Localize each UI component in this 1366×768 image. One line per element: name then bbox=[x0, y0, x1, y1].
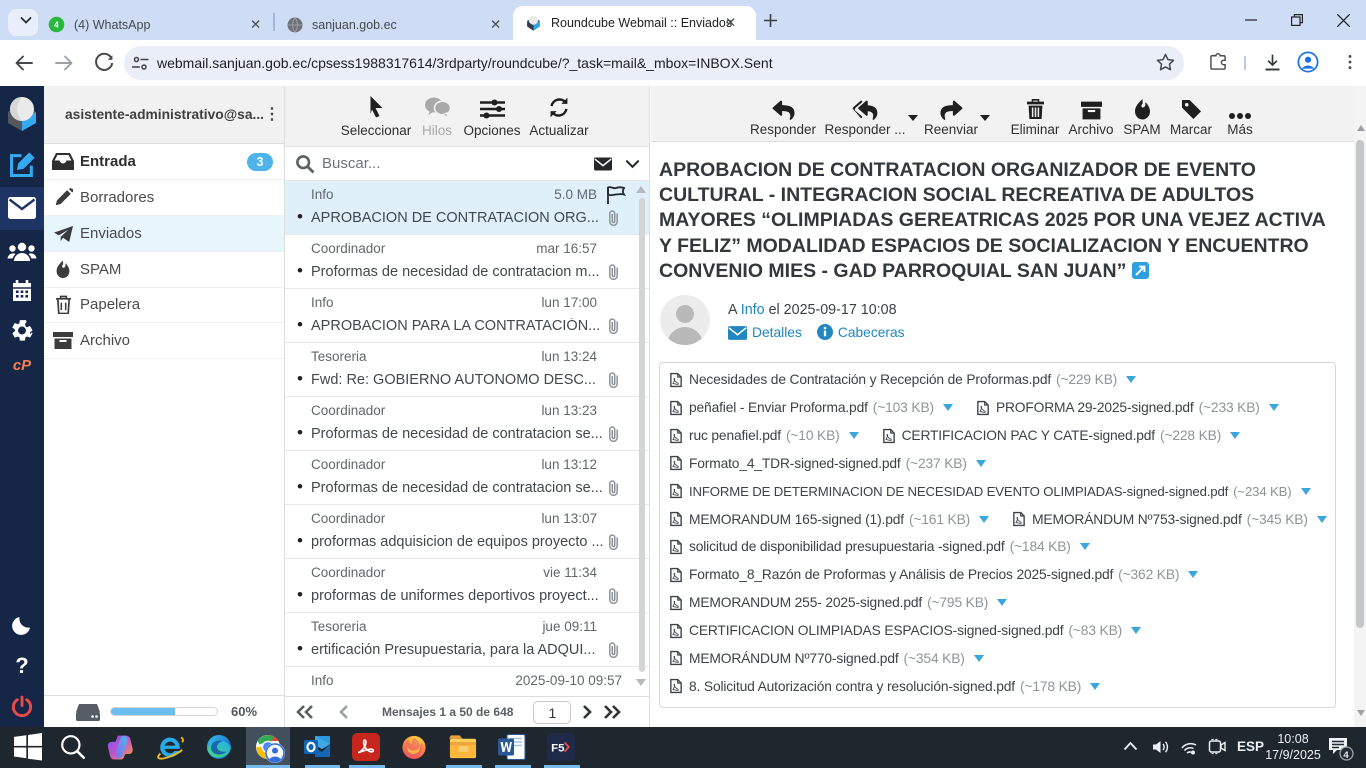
svg-text:F5: F5 bbox=[551, 743, 565, 755]
svg-text:4: 4 bbox=[1343, 750, 1349, 761]
svg-text:4: 4 bbox=[54, 20, 59, 30]
